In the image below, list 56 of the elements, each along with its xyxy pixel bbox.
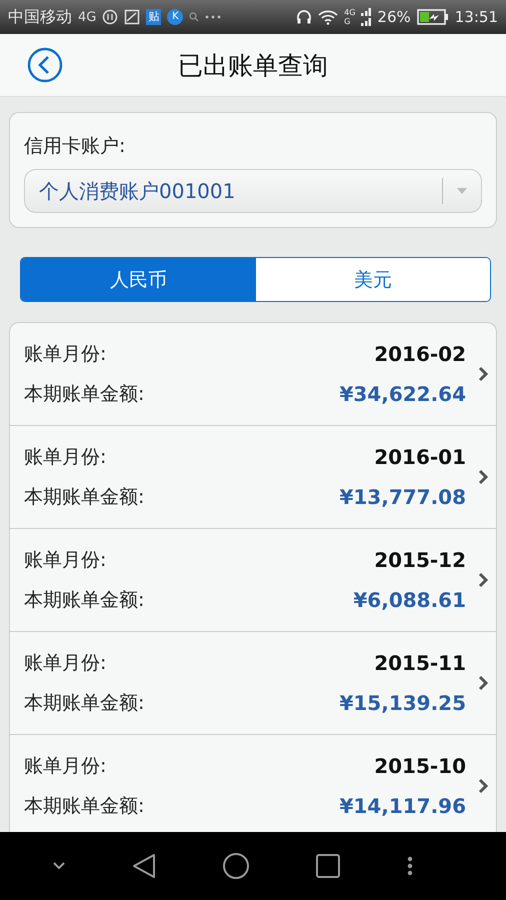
- back-icon[interactable]: [132, 853, 156, 879]
- recents-icon[interactable]: [316, 854, 340, 878]
- image-icon: [124, 9, 140, 25]
- app-badge: 贴: [146, 9, 162, 25]
- k-badge: K: [167, 9, 184, 25]
- month-label: 账单月份:: [24, 445, 106, 470]
- bill-row[interactable]: 账单月份: 2016-01 本期账单金额: ¥13,777.08: [10, 426, 496, 529]
- signal-icon: [361, 8, 372, 26]
- month-label: 账单月份:: [24, 754, 106, 779]
- bill-row[interactable]: 账单月份: 2015-11 本期账单金额: ¥15,139.25: [10, 632, 496, 735]
- battery-percent: 26%: [377, 8, 411, 26]
- bill-amount: ¥13,777.08: [339, 485, 466, 509]
- home-icon[interactable]: [222, 852, 250, 880]
- bill-month: 2016-02: [374, 342, 466, 366]
- signal-label: G: [344, 17, 352, 26]
- amount-label: 本期账单金额:: [24, 485, 144, 510]
- page-title: 已出账单查询: [178, 50, 328, 82]
- currency-tab[interactable]: 人民币: [21, 258, 256, 301]
- month-label: 账单月份:: [24, 548, 106, 573]
- back-button[interactable]: [26, 46, 64, 84]
- search-icon: [189, 12, 200, 22]
- month-label: 账单月份:: [24, 342, 106, 367]
- chevron-icon: [478, 469, 488, 485]
- carrier-name: 中国移动: [8, 6, 72, 28]
- network-label: 4G: [78, 10, 96, 24]
- amount-label: 本期账单金额:: [24, 588, 144, 613]
- dropdown-caret-icon: [457, 188, 467, 194]
- chevron-icon: [478, 778, 488, 794]
- clock: 13:51: [454, 8, 498, 26]
- bill-row[interactable]: 账单月份: 2016-02 本期账单金额: ¥34,622.64: [10, 323, 496, 426]
- account-select[interactable]: 个人消费账户001001: [24, 169, 482, 213]
- bill-amount: ¥15,139.25: [339, 691, 466, 715]
- headphones-icon: [296, 9, 312, 25]
- chevron-icon: [478, 675, 488, 691]
- bill-row[interactable]: 账单月份: 2015-12 本期账单金额: ¥6,088.61: [10, 529, 496, 632]
- bill-month: 2015-11: [374, 651, 466, 675]
- amount-label: 本期账单金额:: [24, 691, 144, 716]
- wifi-icon: [318, 10, 338, 24]
- bill-month: 2015-12: [374, 548, 466, 572]
- menu-icon[interactable]: [406, 856, 413, 876]
- more-icon: [205, 15, 222, 19]
- month-label: 账单月份:: [24, 651, 106, 676]
- collapse-icon[interactable]: [53, 862, 66, 870]
- chevron-icon: [478, 366, 488, 382]
- bill-month: 2015-10: [374, 754, 466, 778]
- bill-amount: ¥14,117.96: [339, 794, 466, 818]
- currency-tab[interactable]: 美元: [256, 258, 490, 301]
- amount-label: 本期账单金额:: [24, 794, 144, 819]
- signal-label: 4G: [344, 8, 356, 17]
- amount-label: 本期账单金额:: [24, 382, 144, 407]
- bill-amount: ¥34,622.64: [339, 382, 466, 406]
- account-label: 信用卡账户:: [24, 134, 126, 159]
- bill-amount: ¥6,088.61: [353, 588, 466, 612]
- bill-month: 2016-01: [374, 445, 466, 469]
- battery-icon: [416, 9, 449, 25]
- chevron-icon: [478, 572, 488, 588]
